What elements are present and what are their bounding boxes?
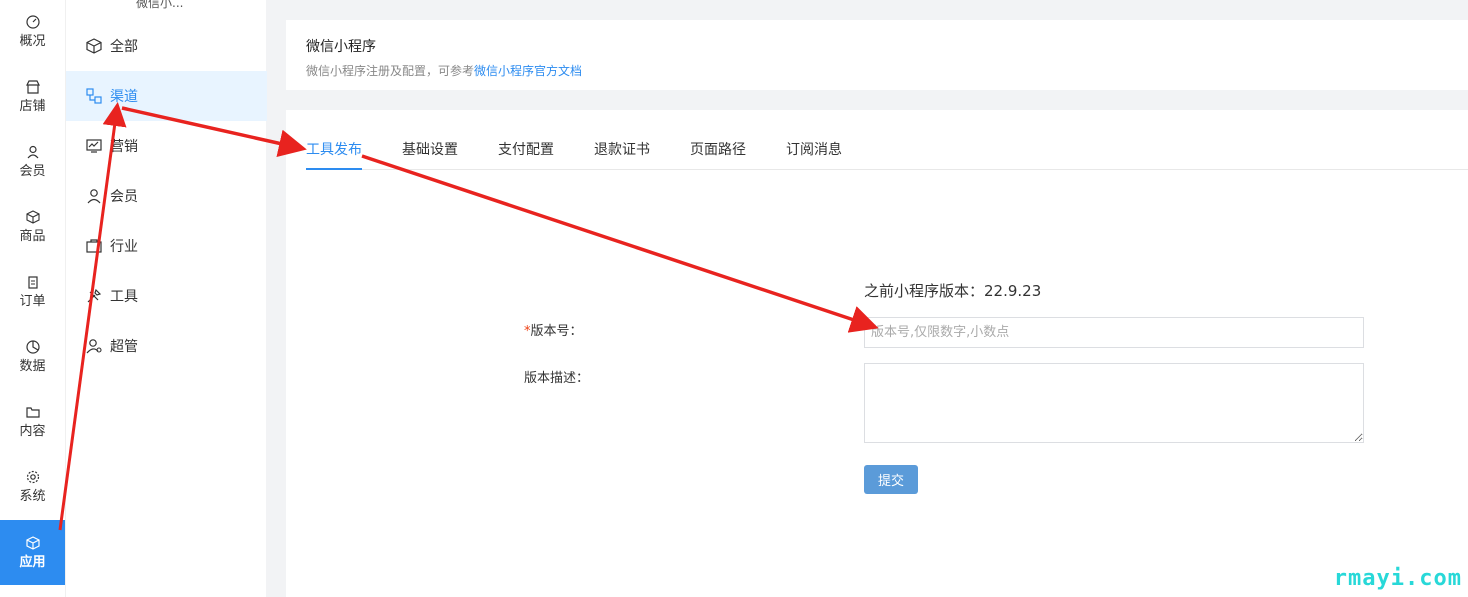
version-input[interactable] [864, 317, 1364, 348]
rail-item-store[interactable]: 店铺 [0, 67, 65, 127]
tab-tool-publish[interactable]: 工具发布 [306, 140, 362, 170]
rail-item-label: 数据 [19, 359, 46, 374]
user-icon [87, 189, 101, 204]
description-text: 微信小程序注册及配置，可参考 [306, 64, 475, 78]
menu-item-marketing[interactable]: 营销 [66, 121, 267, 171]
page-title: 微信小程序 [306, 39, 376, 55]
menu-item-label: 营销 [110, 139, 138, 155]
rail-item-label: 店铺 [19, 99, 46, 114]
rail-item-label: 应用 [19, 554, 46, 570]
previous-version-text: 之前小程序版本：22.9.23 [864, 282, 1042, 300]
menu-item-label: 会员 [110, 189, 138, 205]
tab-payment-config[interactable]: 支付配置 [498, 140, 554, 170]
menu-item-all[interactable]: 全部 [66, 21, 267, 71]
menu-item-admin[interactable]: 超管 [66, 321, 267, 371]
version-label-text: 版本号： [530, 324, 583, 339]
tab-bar: 工具发布 基础设置 支付配置 退款证书 页面路径 订阅消息 [306, 140, 1468, 170]
rail-item-content[interactable]: 内容 [0, 392, 65, 452]
tab-page-path[interactable]: 页面路径 [690, 140, 746, 170]
watermark: rmayi.com [1333, 566, 1462, 591]
menu-item-channel[interactable]: 渠道 [66, 71, 267, 121]
page-description: 微信小程序注册及配置，可参考微信小程序官方文档 [306, 62, 1448, 79]
store-icon [25, 80, 40, 94]
cube-icon [25, 535, 40, 550]
main-panel: 工具发布 基础设置 支付配置 退款证书 页面路径 订阅消息 之前小程序版本：22… [286, 110, 1468, 597]
channel-icon [86, 88, 102, 104]
clipboard-icon [27, 276, 38, 289]
rail-item-label: 系统 [19, 489, 46, 504]
rail-item-label: 会员 [19, 164, 46, 179]
rail-item-order[interactable]: 订单 [0, 262, 65, 322]
rail-item-overview[interactable]: 概况 [0, 2, 65, 62]
menu-item-label: 行业 [110, 239, 138, 255]
rail-item-product[interactable]: 商品 [0, 197, 65, 257]
tab-basic-settings[interactable]: 基础设置 [402, 140, 458, 170]
menu-top-label: 微信小... [136, 0, 184, 10]
menu-item-label: 工具 [110, 289, 138, 305]
tab-refund-certificate[interactable]: 退款证书 [594, 140, 650, 170]
page-header: 微信小程序 微信小程序注册及配置，可参考微信小程序官方文档 [286, 20, 1468, 90]
menu-item-label: 渠道 [110, 89, 138, 105]
rail-item-apps[interactable]: 应用 [0, 520, 65, 585]
chart-monitor-icon [86, 139, 102, 153]
admin-icon [86, 339, 102, 354]
rail-item-label: 订单 [19, 294, 46, 309]
gear-icon [26, 470, 39, 484]
rail-item-data[interactable]: 数据 [0, 327, 65, 387]
tab-subscription-message[interactable]: 订阅消息 [786, 140, 842, 170]
official-docs-link[interactable]: 微信小程序官方文档 [474, 64, 582, 78]
version-label: *版本号： [524, 320, 583, 339]
menu-item-tools[interactable]: 工具 [66, 271, 267, 321]
secondary-menu: 微信小... 全部 渠道 营销 会员 行业 工具 超管 [65, 0, 267, 597]
folder-icon [25, 407, 40, 418]
menu-item-member[interactable]: 会员 [66, 171, 267, 221]
rail-item-label: 概况 [19, 34, 46, 49]
version-description-textarea[interactable] [864, 363, 1364, 443]
box-icon [25, 210, 40, 224]
tools-icon [87, 288, 102, 303]
menu-item-label: 全部 [110, 39, 138, 55]
rail-item-label: 商品 [19, 229, 46, 244]
rail-item-member[interactable]: 会员 [0, 132, 65, 192]
app-icon-rail: 概况 店铺 会员 商品 订单 数据 内容 系统 应用 [0, 0, 65, 597]
rail-item-label: 内容 [19, 424, 46, 439]
submit-button[interactable]: 提交 [864, 465, 918, 494]
user-icon [27, 145, 38, 159]
menu-item-industry[interactable]: 行业 [66, 221, 267, 271]
pie-chart-icon [25, 340, 40, 354]
cube-icon [86, 38, 102, 54]
menu-item-label: 超管 [110, 339, 138, 355]
dashboard-icon [25, 15, 40, 29]
rail-item-system[interactable]: 系统 [0, 457, 65, 517]
briefcase-icon [86, 239, 102, 253]
description-label: 版本描述： [524, 371, 590, 386]
